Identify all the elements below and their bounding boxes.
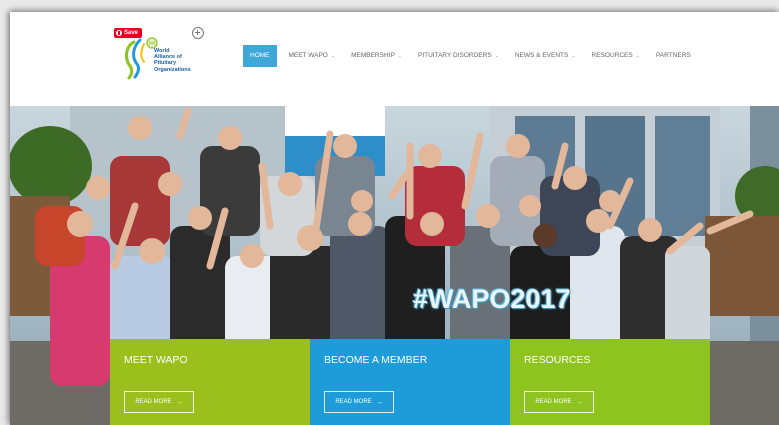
hero-photo: #WAPO2017 MEET WAPO READ MORE → BECOME A… bbox=[10, 106, 779, 425]
arrow-right-icon: → bbox=[375, 398, 383, 406]
nav-item-meet-wapo[interactable]: MEET WAPO ⌄ bbox=[281, 45, 344, 67]
card-resources: RESOURCES READ MORE → bbox=[510, 339, 710, 425]
chevron-down-icon: ⌄ bbox=[330, 53, 336, 59]
button-label: READ MORE bbox=[535, 399, 572, 405]
nav-item-partners[interactable]: PARTNERS bbox=[648, 45, 699, 67]
logo-text: World Alliance of Pituitary Organization… bbox=[154, 48, 191, 73]
button-label: READ MORE bbox=[135, 399, 172, 405]
nav-item-membership[interactable]: MEMBERSHIP ⌄ bbox=[343, 45, 410, 67]
card-meet-wapo: MEET WAPO READ MORE → bbox=[110, 339, 310, 425]
logo-line: Organizations bbox=[154, 66, 191, 73]
site-header: Save World Alliance of Pituitary Organiz… bbox=[10, 12, 779, 106]
card-become-a-member: BECOME A MEMBER READ MORE → bbox=[310, 339, 510, 425]
nav-item-label: PARTNERS bbox=[655, 52, 691, 59]
arrow-right-icon: → bbox=[175, 398, 183, 406]
chevron-down-icon: ⌄ bbox=[635, 53, 640, 59]
chevron-down-icon: ⌄ bbox=[397, 53, 402, 59]
main-nav: HOME MEET WAPO ⌄ MEMBERSHIP ⌄ PITUITARY DI… bbox=[243, 45, 699, 67]
nav-item-label: PITUITARY DISORDERS bbox=[417, 52, 492, 59]
nav-item-home[interactable]: HOME bbox=[243, 45, 277, 67]
button-label: READ MORE bbox=[335, 399, 372, 405]
card-title: RESOURCES bbox=[524, 354, 591, 366]
chevron-down-icon: ⌄ bbox=[571, 53, 576, 59]
read-more-button[interactable]: READ MORE → bbox=[524, 391, 594, 413]
nav-item-label: RESOURCES bbox=[591, 52, 633, 59]
nav-item-label: MEMBERSHIP bbox=[351, 52, 395, 59]
feature-cards: MEET WAPO READ MORE → BECOME A MEMBER RE… bbox=[110, 339, 710, 425]
nav-item-label: MEET WAPO bbox=[288, 52, 328, 59]
hashtag-sign: #WAPO2017 bbox=[413, 284, 571, 314]
read-more-button[interactable]: READ MORE → bbox=[124, 391, 194, 413]
browser-frame: Save World Alliance of Pituitary Organiz… bbox=[10, 12, 779, 425]
read-more-button[interactable]: READ MORE → bbox=[324, 391, 394, 413]
chevron-down-icon: ⌄ bbox=[494, 53, 499, 59]
site-logo[interactable]: World Alliance of Pituitary Organization… bbox=[122, 36, 212, 80]
nav-item-news-events[interactable]: NEWS & EVENTS ⌄ bbox=[507, 45, 584, 67]
nav-item-label: NEWS & EVENTS bbox=[514, 52, 569, 59]
nav-item-label: HOME bbox=[250, 52, 270, 59]
nav-item-resources[interactable]: RESOURCES ⌄ bbox=[584, 45, 648, 67]
card-title: MEET WAPO bbox=[124, 354, 188, 366]
nav-item-pituitary-disorders[interactable]: PITUITARY DISORDERS ⌄ bbox=[410, 45, 507, 67]
card-title: BECOME A MEMBER bbox=[324, 354, 428, 366]
arrow-right-icon: → bbox=[575, 398, 583, 406]
